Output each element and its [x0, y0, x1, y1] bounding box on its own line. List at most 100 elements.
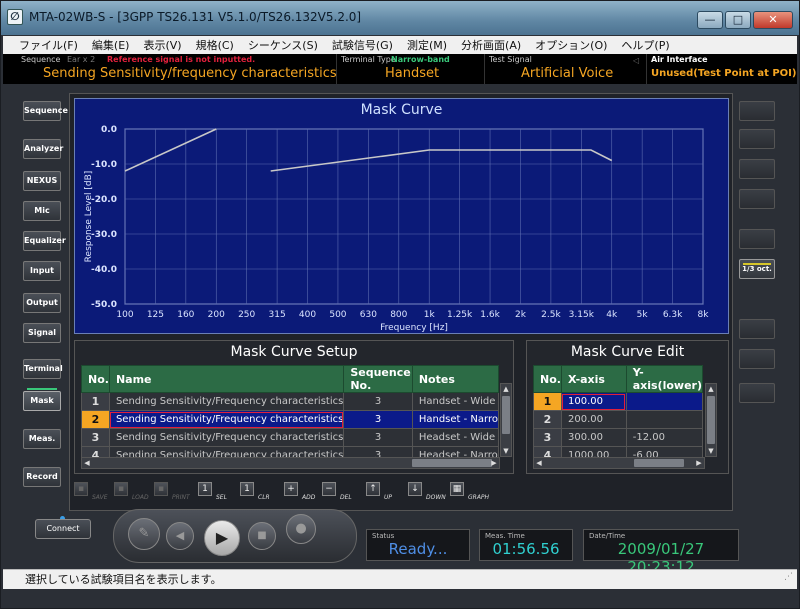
nav-button-analyzer[interactable]: Analyzer	[23, 139, 63, 159]
load-icon: ▪	[114, 482, 128, 496]
table-row[interactable]: 3 300.00 -12.00	[533, 428, 704, 447]
nav-button-mask[interactable]: Mask	[23, 388, 61, 411]
edit-hscroll-thumb[interactable]	[634, 459, 684, 467]
setup-vertical-scrollbar[interactable]: ▲ ▼	[500, 383, 512, 457]
right-button-7[interactable]	[739, 319, 775, 339]
edit-toolbar: ▪ SAVE ▪ LOAD ▪ PRINT 1 SEL 1 CLR + ADD − DEL ↑ UP ↓ DOWN…	[74, 482, 494, 506]
table-row[interactable]: 3 Sending Sensitivity/Frequency characte…	[81, 428, 500, 447]
scroll-down-arrow-icon[interactable]: ▼	[501, 446, 511, 456]
maximize-button[interactable]: □	[725, 11, 751, 29]
x-tick-label: 1k	[424, 310, 436, 320]
nav-button-terminal[interactable]: Terminal	[23, 359, 63, 379]
edit-y-value[interactable]: -12.00	[625, 428, 704, 447]
setup-col-sequence-no[interactable]: Sequence No.	[343, 365, 413, 393]
edit-scroll-thumb[interactable]	[707, 396, 715, 444]
mic-icon[interactable]: ✎	[128, 518, 160, 550]
edit-x-value[interactable]: 100.00	[560, 392, 627, 411]
table-row[interactable]: 1 100.00	[533, 392, 704, 411]
y-tick-label: -40.0	[91, 265, 117, 275]
menu-item-2[interactable]: 編集(E)	[92, 37, 130, 53]
up-label: UP	[384, 494, 393, 501]
table-row[interactable]: 2 200.00	[533, 410, 704, 429]
right-button-1[interactable]	[739, 101, 775, 121]
menu-item-10[interactable]: ヘルプ(P)	[621, 37, 669, 53]
nav-label-mic: Mic	[34, 206, 50, 215]
mask-curve-setup: Mask Curve Setup No. Name Sequence No. Note…	[74, 340, 514, 474]
edit-y-value[interactable]	[625, 410, 704, 429]
edit-y-value[interactable]	[625, 392, 704, 411]
row-notes[interactable]: Handset - Wide	[411, 392, 500, 411]
setup-hscroll-thumb[interactable]	[412, 459, 492, 467]
x-tick-label: 1.6k	[480, 310, 500, 320]
right-button-4[interactable]	[739, 189, 775, 209]
menu-item-9[interactable]: オプション(O)	[535, 37, 607, 53]
x-tick-label: 800	[390, 310, 407, 320]
scroll-up-arrow-icon[interactable]: ▲	[501, 384, 511, 394]
row-sequence-no[interactable]: 3	[343, 392, 413, 411]
nav-button-input[interactable]: Input	[23, 261, 61, 281]
right-button-3[interactable]	[739, 159, 775, 179]
edit-scroll-right-arrow-icon[interactable]: ▶	[694, 458, 704, 468]
edit-horizontal-scrollbar[interactable]: ◀ ▶	[533, 457, 705, 469]
edit-col-y-axis-lower[interactable]: Y-axis(lower)	[625, 365, 704, 393]
scroll-left-arrow-icon[interactable]: ◀	[82, 458, 92, 468]
record-icon[interactable]: ●	[286, 514, 316, 544]
edit-scroll-down-arrow-icon[interactable]: ▼	[706, 446, 716, 456]
edit-scroll-left-arrow-icon[interactable]: ◀	[534, 458, 544, 468]
row-number: 2	[81, 410, 110, 429]
nav-button-mic[interactable]: Mic	[23, 201, 61, 221]
row-sequence-no[interactable]: 3	[343, 410, 413, 429]
nav-button-record[interactable]: Record	[23, 467, 61, 487]
setup-horizontal-scrollbar[interactable]: ◀ ▶	[81, 457, 500, 469]
setup-scroll-thumb[interactable]	[502, 396, 510, 434]
scroll-right-arrow-icon[interactable]: ▶	[489, 458, 499, 468]
nav-button-output[interactable]: Output	[23, 293, 61, 313]
x-tick-label: 160	[177, 310, 194, 320]
row-name[interactable]: Sending Sensitivity/Frequency characteri…	[108, 428, 345, 447]
row-notes[interactable]: Headset - Wide	[411, 428, 500, 447]
menu-item-7[interactable]: 測定(M)	[407, 37, 447, 53]
menu-item-1[interactable]: ファイル(F)	[19, 37, 78, 53]
right-button-8[interactable]	[739, 349, 775, 369]
edit-col-x-axis[interactable]: X-axis	[560, 365, 627, 393]
setup-col-notes[interactable]: Notes	[411, 365, 500, 393]
menu-item-3[interactable]: 表示(V)	[143, 37, 181, 53]
setup-col-name[interactable]: Name	[108, 365, 345, 393]
resize-grip-icon[interactable]: ⋰	[784, 567, 793, 587]
play-icon[interactable]: ▶	[204, 520, 240, 556]
nav-button-equalizer[interactable]: Equalizer	[23, 231, 66, 251]
nav-button-nexus[interactable]: NEXUS	[23, 171, 61, 191]
close-button[interactable]: ✕	[753, 11, 793, 29]
nav-button-meas[interactable]: Meas.	[23, 429, 61, 449]
row-sequence-no[interactable]: 3	[343, 428, 413, 447]
connect-button[interactable]: Connect	[35, 519, 91, 539]
octave-label: 1/3 oct.	[742, 265, 772, 273]
right-button-9[interactable]	[739, 383, 775, 403]
setup-col-no[interactable]: No.	[81, 365, 110, 393]
edit-vertical-scrollbar[interactable]: ▲ ▼	[705, 383, 717, 457]
stop-icon[interactable]: ■	[248, 522, 276, 550]
table-row[interactable]: 1 Sending Sensitivity/Frequency characte…	[81, 392, 500, 411]
right-button-5[interactable]	[739, 229, 775, 249]
menu-item-8[interactable]: 分析画面(A)	[461, 37, 521, 53]
menu-item-5[interactable]: シーケンス(S)	[248, 37, 318, 53]
octave-button[interactable]: 1/3 oct.	[739, 259, 775, 279]
right-button-2[interactable]	[739, 129, 775, 149]
nav-label-nexus: NEXUS	[26, 176, 58, 185]
table-row[interactable]: 2 Sending Sensitivity/Frequency characte…	[81, 410, 500, 429]
edit-col-no[interactable]: No.	[533, 365, 562, 393]
nav-button-signal[interactable]: Signal	[23, 323, 61, 343]
speaker-button-icon[interactable]: ◀	[166, 522, 194, 550]
row-name[interactable]: Sending Sensitivity/Frequency characteri…	[108, 392, 345, 411]
minimize-button[interactable]: —	[697, 11, 723, 29]
menu-item-4[interactable]: 規格(C)	[196, 37, 234, 53]
row-name[interactable]: Sending Sensitivity/Frequency characteri…	[108, 410, 345, 429]
nav-label-sequence: Sequence	[24, 106, 68, 115]
menu-item-6[interactable]: 試験信号(G)	[332, 37, 393, 53]
edit-scroll-up-arrow-icon[interactable]: ▲	[706, 384, 716, 394]
edit-x-value[interactable]: 300.00	[560, 428, 627, 447]
edit-x-value[interactable]: 200.00	[560, 410, 627, 429]
row-notes[interactable]: Handset - Narro	[411, 410, 500, 429]
terminal-value: Handset	[385, 66, 440, 81]
nav-button-sequence[interactable]: Sequence	[23, 101, 68, 121]
